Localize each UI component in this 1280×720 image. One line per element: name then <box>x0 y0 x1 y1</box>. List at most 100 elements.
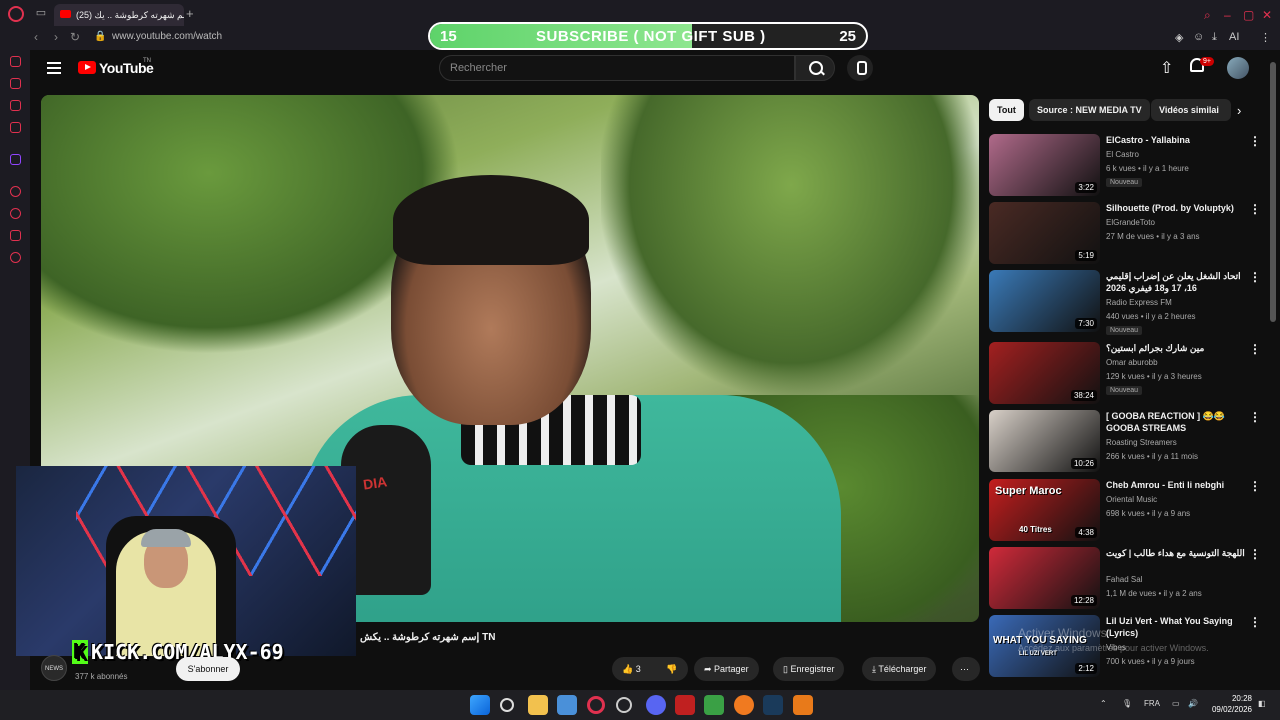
maximize-icon[interactable]: ▢ <box>1243 8 1254 22</box>
discord-icon[interactable] <box>646 695 666 715</box>
sidebar-instagram-icon[interactable] <box>10 122 21 133</box>
recommendation-channel[interactable]: ElGrandeToto <box>1106 218 1155 227</box>
tab-youtube[interactable]: (25) إسم شهرته كرطوشة .. يك <box>54 4 184 26</box>
new-tab-icon[interactable]: + <box>186 6 194 21</box>
recommendation-thumbnail[interactable]: 38:24 <box>989 342 1100 404</box>
forward-icon[interactable]: › <box>54 30 58 44</box>
recommendation-channel[interactable]: Fahad Sal <box>1106 575 1142 584</box>
recommendation-channel[interactable]: Oriental Music <box>1106 495 1157 504</box>
reload-icon[interactable]: ↻ <box>70 30 80 44</box>
like-button[interactable]: 👍 3 <box>612 657 656 681</box>
dislike-button[interactable]: 👎 <box>656 657 688 681</box>
more-options-icon[interactable]: ⋮ <box>1249 342 1261 356</box>
recommendation-title[interactable]: ElCastro - Yallabina <box>1106 134 1246 146</box>
tab-manager-icon[interactable]: ▭ <box>34 7 48 19</box>
recommendation-channel[interactable]: El Castro <box>1106 150 1139 159</box>
network-icon[interactable]: ▭ <box>1172 699 1180 708</box>
media-player-icon[interactable] <box>704 695 724 715</box>
channel-avatar[interactable]: NEWS <box>41 655 67 681</box>
recommendation-channel[interactable]: Omar aburobb <box>1106 358 1158 367</box>
minimize-icon[interactable]: – <box>1224 8 1231 22</box>
create-upload-icon[interactable]: ⇧ <box>1160 58 1173 78</box>
notification-center-icon[interactable]: ◧ <box>1258 699 1266 708</box>
sidebar-ai-icon[interactable] <box>10 56 21 67</box>
recommendation-title[interactable]: [ GOOBA REACTION ] 😂😂 GOOBA STREAMS HIGH… <box>1106 410 1246 434</box>
recommendation-thumbnail[interactable]: 5:19 <box>989 202 1100 264</box>
save-button[interactable]: ▯ Enregistrer <box>773 657 845 681</box>
download-button[interactable]: ⤓ Télécharger <box>862 657 937 681</box>
close-icon[interactable]: ✕ <box>1262 8 1272 22</box>
language-indicator[interactable]: FRA <box>1144 699 1160 708</box>
recommendation-title[interactable]: مين شارك بجرائم ابستين؟ <box>1106 342 1246 354</box>
download-icon[interactable]: ⤓ <box>1212 31 1217 44</box>
share-button[interactable]: ➦ Partager <box>694 657 759 681</box>
more-options-icon[interactable]: ⋮ <box>1249 202 1261 216</box>
chevron-right-icon[interactable]: › <box>1237 103 1241 118</box>
recommendation-title[interactable]: Lil Uzi Vert - What You Saying (Lyrics) <box>1106 615 1246 639</box>
file-explorer-icon[interactable] <box>528 695 548 715</box>
volume-icon[interactable]: 🔊 <box>1188 699 1198 708</box>
youtube-logo-icon[interactable] <box>78 61 96 74</box>
sidebar-twitch-icon[interactable] <box>10 154 21 165</box>
start-icon[interactable] <box>470 695 490 715</box>
ai-icon[interactable]: AI <box>1229 31 1239 43</box>
more-options-icon[interactable]: ⋮ <box>1249 547 1261 561</box>
recommendation-thumbnail[interactable]: 4:38 Super Maroc 40 Titres <box>989 479 1100 541</box>
account-avatar[interactable] <box>1227 57 1249 79</box>
recommendation-thumbnail[interactable]: 10:26 <box>989 410 1100 472</box>
search-icon[interactable]: ⌕ <box>1204 8 1211 23</box>
sidebar-messenger-icon[interactable] <box>10 100 21 111</box>
recommendation-item[interactable]: 5:19 Silhouette (Prod. by Voluptyk) ElGr… <box>989 202 1261 264</box>
app-ai-icon[interactable] <box>793 695 813 715</box>
tray-expand-icon[interactable]: ⌃ <box>1100 699 1107 708</box>
menu-dots-icon[interactable]: ⋮ <box>1260 31 1271 44</box>
search-taskbar-icon[interactable] <box>500 698 514 712</box>
sidebar-extensions-icon[interactable] <box>10 230 21 241</box>
chip-all[interactable]: Tout <box>989 99 1024 121</box>
recommendation-title[interactable]: اتحاد الشغل يعلن عن إضراب إقليمي 16، 17 … <box>1106 270 1246 294</box>
store-icon[interactable] <box>557 695 577 715</box>
steam-icon[interactable] <box>763 695 783 715</box>
recommendation-item[interactable]: 7:30 اتحاد الشغل يعلن عن إضراب إقليمي 16… <box>989 270 1261 335</box>
opera-taskbar-icon[interactable] <box>587 696 605 714</box>
subscribe-button[interactable]: S'abonner <box>176 657 240 681</box>
sidebar-settings-icon[interactable] <box>10 252 21 263</box>
more-options-icon[interactable]: ⋮ <box>1249 479 1261 493</box>
more-actions-button[interactable]: ⋯ <box>952 657 980 681</box>
back-icon[interactable]: ‹ <box>34 30 38 44</box>
recommendation-item[interactable]: 10:26 [ GOOBA REACTION ] 😂😂 GOOBA STREAM… <box>989 410 1261 472</box>
extensions-icon[interactable]: ◈ <box>1175 31 1183 44</box>
recommendation-title[interactable]: Cheb Amrou - Enti li nebghi <box>1106 479 1246 491</box>
sidebar-player-icon[interactable] <box>10 186 21 197</box>
more-options-icon[interactable]: ⋮ <box>1249 270 1261 284</box>
search-input[interactable] <box>440 56 794 80</box>
recommendation-title[interactable]: اللهجة التونسية مع هداء طالب | كويت <box>1106 547 1246 559</box>
recommendation-channel[interactable]: Radio Express FM <box>1106 298 1172 307</box>
more-options-icon[interactable]: ⋮ <box>1249 134 1261 148</box>
recommendation-thumbnail[interactable]: 12:28 <box>989 547 1100 609</box>
recommendation-title[interactable]: Silhouette (Prod. by Voluptyk) <box>1106 202 1246 214</box>
voice-search-button[interactable] <box>847 55 873 81</box>
hamburger-menu-icon[interactable] <box>47 62 61 74</box>
recommendation-item[interactable]: 38:24 مين شارك بجرائم ابستين؟ Omar aburo… <box>989 342 1261 404</box>
recommendation-thumbnail[interactable]: 3:22 <box>989 134 1100 196</box>
url-field[interactable]: www.youtube.com/watch <box>112 31 222 42</box>
sidebar-history-icon[interactable] <box>10 208 21 219</box>
recommendation-item[interactable]: 3:22 ElCastro - Yallabina El Castro 6 k … <box>989 134 1261 196</box>
recommendation-thumbnail[interactable]: 7:30 <box>989 270 1100 332</box>
chip-related[interactable]: Vidéos similai <box>1151 99 1231 121</box>
page-scrollbar[interactable] <box>1270 62 1276 322</box>
chip-source[interactable]: Source : NEW MEDIA TV <box>1029 99 1150 121</box>
recommendation-item[interactable]: 4:38 Super Maroc 40 Titres Cheb Amrou - E… <box>989 479 1261 541</box>
system-clock[interactable]: 20:28 09/02/2026 <box>1210 693 1252 715</box>
mic-tray-icon[interactable]: 🎙 <box>1122 699 1132 708</box>
chrome-taskbar-icon[interactable] <box>616 697 632 713</box>
app-icon[interactable] <box>675 695 695 715</box>
sidebar-wallet-icon[interactable] <box>10 78 21 89</box>
recommendation-item[interactable]: 12:28 اللهجة التونسية مع هداء طالب | كوي… <box>989 547 1261 609</box>
profile-icon[interactable]: ☺ <box>1193 31 1204 43</box>
app-orange-icon[interactable] <box>734 695 754 715</box>
search-button[interactable] <box>795 55 835 81</box>
more-options-icon[interactable]: ⋮ <box>1249 615 1261 629</box>
opera-logo-icon[interactable] <box>8 6 24 22</box>
